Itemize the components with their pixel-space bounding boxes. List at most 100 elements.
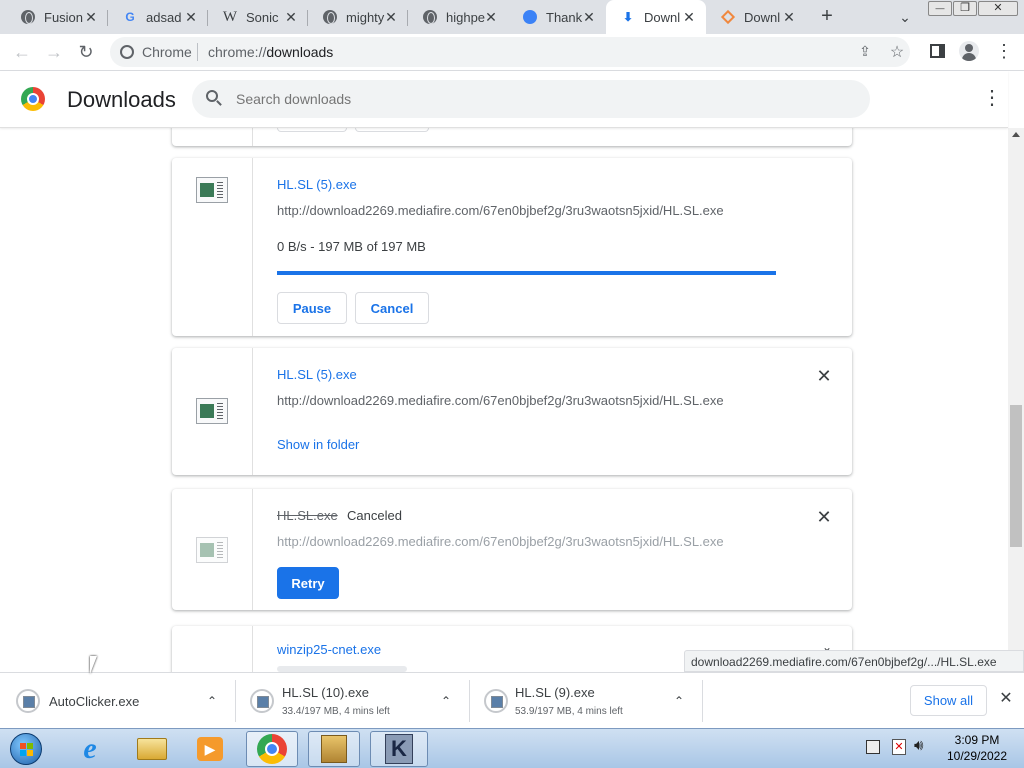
system-clock[interactable]: 3:09 PM 10/29/2022 — [942, 732, 1012, 764]
close-icon[interactable]: ✕ — [384, 10, 398, 24]
close-icon[interactable]: ✕ — [582, 10, 596, 24]
restore-button[interactable]: ❐ — [953, 1, 977, 16]
side-panel-icon[interactable] — [930, 44, 945, 58]
file-icon — [196, 537, 228, 563]
download-card: HL.SL (5).exe http://download2269.mediaf… — [172, 158, 852, 336]
site-label: Chrome — [142, 44, 192, 60]
shelf-item[interactable]: HL.SL (10).exe 33.4/197 MB, 4 mins left … — [236, 680, 470, 722]
tab-mighty[interactable]: mighty ✕ — [308, 0, 408, 34]
globe-icon — [20, 9, 36, 25]
close-icon[interactable]: ✕ — [484, 10, 498, 24]
shelf-file-name: HL.SL (9).exe — [515, 685, 595, 700]
window-close-button[interactable]: ✕ — [978, 1, 1018, 16]
site-icon — [522, 9, 538, 25]
close-shelf-icon[interactable]: ✕ — [998, 691, 1014, 707]
k-app-icon[interactable]: K — [370, 731, 428, 767]
file-icon — [196, 177, 228, 203]
file-icon — [196, 398, 228, 424]
scrollbar[interactable] — [1008, 128, 1024, 672]
tab-downl[interactable]: Downl ✕ — [706, 0, 806, 34]
action-center-icon[interactable]: ✕ — [892, 739, 906, 755]
tab-highpe[interactable]: highpe ✕ — [408, 0, 508, 34]
remove-from-list-icon[interactable]: ✕ — [816, 508, 832, 526]
shelf-item[interactable]: HL.SL (9).exe 53.9/197 MB, 4 mins left ⌃ — [470, 680, 703, 722]
shelf-file-name: AutoClicker.exe — [49, 694, 140, 709]
share-icon[interactable]: ⇪ — [856, 43, 874, 61]
tab-downloads[interactable]: ⬇ Downl ✕ — [606, 0, 706, 34]
chevron-up-icon[interactable]: ⌃ — [440, 695, 452, 707]
forward-icon[interactable]: → — [44, 42, 64, 62]
internet-explorer-icon[interactable]: e — [68, 731, 112, 767]
tab-adsad[interactable]: G adsad ✕ — [108, 0, 208, 34]
file-name-link[interactable]: HL.SL (5).exe — [277, 367, 357, 382]
tab-fusion[interactable]: Fusion ✕ — [6, 0, 108, 34]
google-icon: G — [125, 10, 135, 24]
progress-ring-icon — [484, 689, 508, 713]
show-in-folder-link[interactable]: Show in folder — [277, 437, 359, 452]
close-icon[interactable]: ✕ — [84, 10, 98, 24]
file-url[interactable]: http://download2269.mediafire.com/67en0b… — [277, 203, 724, 218]
chevron-up-icon[interactable]: ⌃ — [673, 695, 685, 707]
downloads-list: HL.SL (5).exe http://download2269.mediaf… — [0, 128, 1008, 672]
url-text: chrome://downloads — [208, 44, 334, 60]
show-all-button[interactable]: Show all — [910, 685, 987, 716]
bookmark-star-icon[interactable]: ☆ — [888, 42, 906, 61]
diamond-icon — [720, 9, 736, 25]
file-url: http://download2269.mediafire.com/67en0b… — [277, 534, 724, 549]
scroll-up-icon[interactable] — [1012, 132, 1020, 137]
more-actions-icon[interactable]: ⋮ — [982, 88, 1002, 108]
browser-toolbar: ← → ↻ Chrome chrome://downloads ⇪ ☆ ⋮ — [0, 34, 1024, 71]
tab-thank[interactable]: Thank ✕ — [508, 0, 606, 34]
file-explorer-icon[interactable] — [130, 731, 174, 767]
start-button[interactable] — [4, 731, 48, 767]
tab-search-button[interactable]: ⌄ — [896, 8, 914, 26]
close-icon[interactable]: ✕ — [782, 10, 796, 24]
volume-icon[interactable]: 🔊︎ — [914, 737, 932, 755]
search-downloads-field[interactable] — [192, 80, 870, 118]
new-tab-button[interactable]: + — [818, 6, 836, 26]
search-input[interactable] — [236, 89, 836, 109]
clock-date: 10/29/2022 — [946, 749, 1008, 763]
reload-icon[interactable]: ↻ — [76, 42, 96, 62]
progress-ring-icon — [250, 689, 274, 713]
cancel-button[interactable]: Cancel — [355, 292, 429, 324]
progress-fill — [277, 271, 776, 275]
shelf-file-status: 53.9/197 MB, 4 mins left — [515, 706, 623, 717]
address-bar[interactable]: Chrome chrome://downloads ⇪ ☆ — [110, 37, 910, 67]
shelf-file-status: 33.4/197 MB, 4 mins left — [282, 706, 390, 717]
network-tray-icon[interactable] — [866, 740, 880, 754]
remove-from-list-icon[interactable]: ✕ — [816, 367, 832, 385]
tab-sonic[interactable]: W Sonic ✕ — [208, 0, 308, 34]
minimize-button[interactable]: — — [928, 1, 952, 16]
profile-avatar[interactable] — [959, 41, 979, 61]
shelf-item[interactable]: AutoClicker.exe ⌃ — [0, 680, 236, 722]
scrollbar-thumb[interactable] — [1010, 405, 1022, 547]
back-icon[interactable]: ← — [12, 42, 32, 62]
archive-app-icon[interactable] — [308, 731, 360, 767]
retry-button[interactable]: Retry — [277, 567, 339, 599]
taskbar: e ▶ K ✕ 🔊︎ 3:09 PM 10/29/2022 — [0, 728, 1024, 768]
close-icon[interactable]: ✕ — [284, 10, 298, 24]
close-icon[interactable]: ✕ — [682, 10, 696, 24]
page-title: Downloads — [67, 87, 176, 112]
chrome-logo-icon — [21, 87, 45, 111]
download-card-partial — [172, 128, 852, 146]
file-url[interactable]: http://download2269.mediafire.com/67en0b… — [277, 393, 724, 408]
file-name-link[interactable]: HL.SL (5).exe — [277, 177, 357, 192]
media-player-icon[interactable]: ▶ — [188, 731, 232, 767]
globe-icon — [422, 9, 438, 25]
download-card: HL.SL (5).exe ✕ http://download2269.medi… — [172, 348, 852, 475]
file-name-link[interactable]: winzip25-cnet.exe — [277, 642, 381, 657]
globe-icon — [322, 9, 338, 25]
link-url-tooltip: download2269.mediafire.com/67en0bjbef2g/… — [684, 650, 1024, 672]
close-icon[interactable]: ✕ — [184, 10, 198, 24]
download-shelf: AutoClicker.exe ⌃ HL.SL (10).exe 33.4/19… — [0, 672, 1024, 728]
clock-time: 3:09 PM — [954, 733, 1000, 747]
download-status: 0 B/s - 197 MB of 197 MB — [277, 239, 426, 254]
chrome-menu-icon[interactable]: ⋮ — [995, 41, 1013, 61]
chrome-taskbar-button[interactable] — [246, 731, 298, 767]
chevron-up-icon[interactable]: ⌃ — [206, 695, 218, 707]
file-name: HL.SL.exe — [277, 508, 338, 523]
shelf-file-name: HL.SL (10).exe — [282, 685, 369, 700]
pause-button[interactable]: Pause — [277, 292, 347, 324]
